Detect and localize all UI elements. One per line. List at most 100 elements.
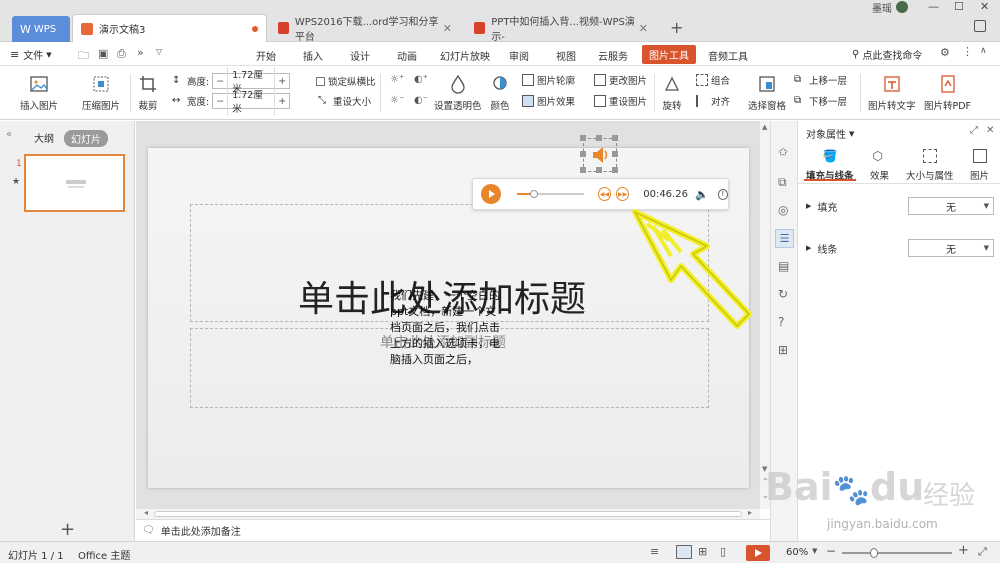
scroll-right-icon[interactable]: ▸ — [748, 508, 752, 517]
help-icon[interactable]: ? — [778, 315, 784, 329]
decrease-icon[interactable]: − — [213, 76, 227, 87]
star-shape-icon[interactable]: ✩ — [778, 145, 788, 159]
tab-slides[interactable]: 幻灯片 — [64, 130, 108, 147]
scroll-up-icon[interactable]: ▲ — [762, 123, 767, 131]
close-icon[interactable]: ✕ — [639, 22, 648, 35]
increase-icon[interactable]: + — [275, 96, 289, 107]
change-picture-button[interactable]: 更改图片 — [594, 73, 647, 87]
menu-home[interactable]: 开始 — [256, 48, 276, 63]
brightness-up-icon[interactable]: ☼⁺ — [390, 74, 404, 85]
customize-chevron-icon[interactable]: ▽ — [156, 47, 162, 56]
notes-toggle-icon[interactable]: ≡ — [650, 545, 659, 558]
menu-view[interactable]: 视图 — [556, 48, 576, 63]
align-button[interactable]: 对齐 — [696, 94, 730, 108]
window-layout-icon[interactable] — [974, 20, 986, 32]
tab-presentation3[interactable]: 演示文稿3 — [72, 14, 267, 42]
tab-size-properties[interactable]: 大小与属性 — [906, 149, 954, 182]
overlay-textbox[interactable]: 我们先建，一个空白的 ppt文档，新建一个文 档页面之后，我们点击 上方的插入选… — [390, 288, 505, 368]
info-icon[interactable]: ! — [717, 188, 729, 200]
menu-animation[interactable]: 动画 — [397, 48, 417, 63]
more-options-icon[interactable]: ⋮ — [962, 45, 973, 58]
resize-handle[interactable] — [580, 151, 586, 157]
more-icon[interactable]: » — [137, 46, 144, 59]
reading-view-icon[interactable]: ▯ — [720, 545, 726, 558]
pin-icon[interactable]: ⤢ — [970, 125, 978, 136]
history-icon[interactable]: ↻ — [778, 287, 788, 301]
print-icon[interactable]: ⎙ — [117, 47, 126, 61]
lock-ratio-checkbox[interactable]: 锁定纵横比 — [316, 74, 376, 88]
reset-size-button[interactable]: ⤡ 重设大小 — [318, 94, 371, 108]
properties-icon[interactable]: ☰ — [775, 229, 794, 248]
maximize-icon[interactable]: ☐ — [954, 0, 964, 13]
color-button[interactable]: 颜色 — [490, 74, 510, 112]
tab-wps[interactable]: W WPS — [12, 16, 70, 42]
collapse-ribbon-icon[interactable]: ∧ — [980, 46, 987, 56]
zoom-knob[interactable] — [870, 548, 878, 558]
insert-picture-button[interactable]: 插入图片 — [20, 74, 58, 112]
zoom-in-icon[interactable]: + — [958, 543, 969, 558]
resize-handle[interactable] — [612, 135, 618, 141]
close-icon[interactable]: ✕ — [443, 22, 452, 35]
reset-picture-button[interactable]: 重设图片 — [594, 94, 647, 108]
user-name[interactable]: 墨瑶 — [872, 0, 892, 15]
tab-ppt-video[interactable]: PPT中如何插入背...视频-WPS演示- ✕ — [466, 14, 656, 43]
rotate-button[interactable]: 旋转 — [662, 74, 682, 112]
resize-handle[interactable] — [596, 167, 602, 173]
menu-picture-tools[interactable]: 图片工具 — [642, 45, 696, 64]
scroll-left-icon[interactable]: ◂ — [144, 508, 148, 517]
resize-handle[interactable] — [596, 135, 602, 141]
tab-effects[interactable]: ⬡ 效果 — [870, 149, 889, 182]
slide-thumbnail[interactable] — [24, 154, 125, 212]
close-panel-icon[interactable]: ✕ — [986, 125, 994, 136]
audio-object-selection[interactable] — [580, 135, 618, 173]
resize-handle[interactable] — [580, 167, 586, 173]
expand-icon[interactable]: ▶ — [806, 202, 811, 210]
picture-outline-button[interactable]: 图片轮廓 — [522, 73, 575, 87]
set-transparent-button[interactable]: 设置透明色 — [434, 74, 482, 112]
horizontal-scrollbar[interactable]: ◂ ▸ — [136, 508, 760, 519]
pic-to-pdf-button[interactable]: 图片转PDF — [924, 74, 971, 112]
expand-icon[interactable]: ▶ — [806, 244, 811, 252]
menu-slideshow[interactable]: 幻灯片放映 — [440, 48, 490, 63]
apps-grid-icon[interactable]: ⊞ — [778, 343, 788, 357]
contrast-up-icon[interactable]: ◐⁺ — [414, 74, 428, 85]
compress-picture-button[interactable]: 压缩图片 — [82, 74, 120, 112]
send-backward-button[interactable]: ⧉ 下移一层 — [794, 94, 847, 108]
crop-button[interactable]: 裁剪 — [138, 74, 158, 112]
increase-icon[interactable]: + — [275, 76, 289, 87]
resize-handle[interactable] — [612, 167, 618, 173]
props-title[interactable]: 对象属性 ▼ — [806, 126, 854, 142]
progress-slider[interactable] — [517, 190, 584, 198]
tab-picture[interactable]: 图片 — [970, 149, 989, 182]
width-input[interactable]: − 1.72厘米 + — [212, 87, 291, 115]
decrease-icon[interactable]: − — [213, 96, 227, 107]
add-slide-icon[interactable]: + — [60, 519, 75, 540]
close-window-icon[interactable]: ✕ — [980, 0, 989, 13]
menu-audio-tools[interactable]: 音频工具 — [708, 48, 748, 63]
menu-design[interactable]: 设计 — [350, 48, 370, 63]
fit-window-icon[interactable]: ⤢ — [978, 545, 987, 559]
file-menu[interactable]: ≡ 文件 ▼ — [10, 47, 52, 62]
settings-icon[interactable]: ⚙ — [940, 46, 950, 59]
volume-icon[interactable]: 🔈 — [695, 188, 709, 201]
bring-forward-button[interactable]: ⧉ 上移一层 — [794, 73, 847, 87]
minimize-icon[interactable]: — — [928, 0, 939, 13]
pic-to-text-button[interactable]: 图片转文字 — [868, 74, 916, 112]
notes-pane[interactable]: 🗨 单击此处添加备注 — [136, 519, 798, 541]
fill-dropdown[interactable]: 无 ▼ — [908, 197, 994, 215]
vertical-scrollbar[interactable]: ▲ ▼ ⌃ ⌄ — [760, 121, 770, 509]
brightness-down-icon[interactable]: ☼⁻ — [390, 95, 404, 106]
play-button[interactable] — [481, 184, 501, 204]
menu-insert[interactable]: 插入 — [303, 48, 323, 63]
tab-outline[interactable]: 大纲 — [34, 130, 54, 145]
rewind-button[interactable]: ◀◀ — [597, 187, 612, 201]
new-tab-plus-icon[interactable]: + — [670, 18, 683, 37]
forward-button[interactable]: ▶▶ — [616, 187, 630, 201]
zoom-level[interactable]: 60% — [786, 547, 808, 558]
command-search[interactable]: ⚲ 点此查找命令 — [852, 47, 922, 62]
scroll-thumb[interactable] — [154, 511, 742, 517]
copy-icon[interactable]: ⧉ — [778, 175, 787, 190]
archive-icon[interactable]: ▤ — [778, 259, 789, 273]
contrast-down-icon[interactable]: ◐⁻ — [414, 95, 428, 106]
save-icon[interactable]: ▣ — [98, 47, 108, 60]
